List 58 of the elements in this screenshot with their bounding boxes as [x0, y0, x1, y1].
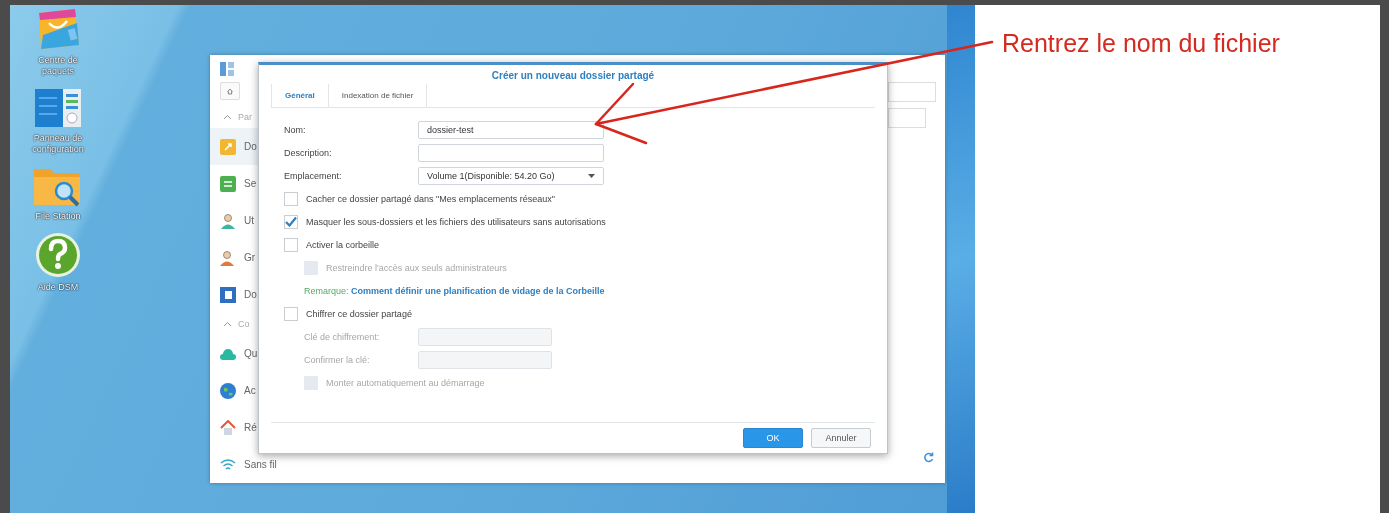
location-dropdown[interactable]: Volume 1(Disponible: 54.20 Go) — [418, 166, 604, 185]
icon-label: Panneau de configuration — [31, 133, 85, 155]
folder-share-icon — [220, 138, 236, 155]
user-icon — [220, 212, 236, 229]
help-icon[interactable] — [35, 232, 81, 278]
sidebar-item[interactable]: Qu — [210, 335, 258, 372]
ok-button[interactable]: OK — [743, 428, 803, 448]
checkbox[interactable] — [284, 191, 298, 206]
field-label: Nom: — [284, 124, 307, 135]
dialog-title: Créer un nouveau dossier partagé — [490, 69, 656, 83]
checkbox[interactable] — [284, 306, 298, 321]
checkbox-label: Cacher ce dossier partagé dans "Mes emplacements réseaux" — [306, 193, 555, 204]
tab[interactable]: Indexation de fichier — [328, 84, 428, 107]
tab[interactable]: Général — [271, 84, 329, 107]
checkbox[interactable] — [284, 237, 298, 252]
chevron-up-icon[interactable] — [223, 321, 232, 327]
sidebar-item[interactable]: Do — [210, 276, 258, 313]
checkbox-label: Masquer les sous-dossiers et les fichiers des utilisateurs sans autorisations — [306, 216, 606, 227]
field-label: Confirmer la clé: — [304, 354, 371, 365]
sidebar-item[interactable]: Ac — [210, 372, 258, 409]
checkbox-label: Activer la corbeille — [306, 239, 380, 250]
field-label: Clé de chiffrement: — [304, 331, 381, 342]
user-group-icon — [220, 249, 236, 266]
text-field[interactable] — [418, 143, 604, 162]
field-label: Description: — [284, 147, 333, 158]
search-field[interactable] — [888, 82, 936, 102]
checkbox-label: Chiffrer ce dossier partagé — [306, 308, 412, 319]
sidebar-item[interactable]: Gr — [210, 239, 258, 276]
cloud-icon — [220, 346, 236, 361]
icon-label: Aide DSM — [36, 282, 80, 293]
icon-label: File Station — [34, 211, 82, 222]
cancel-button[interactable]: Annuler — [811, 428, 871, 448]
control-panel-icon[interactable] — [35, 87, 81, 129]
filter-field[interactable] — [888, 108, 926, 128]
globe-icon — [220, 382, 236, 399]
sidebar-item[interactable]: Se — [210, 165, 258, 202]
sidebar-item[interactable]: Do — [210, 128, 258, 165]
sidebar-item[interactable]: Ré — [210, 409, 258, 446]
checkbox[interactable] — [284, 214, 298, 229]
sidebar-item[interactable]: Ut — [210, 202, 258, 239]
text-field[interactable]: dossier-test — [418, 120, 604, 139]
contact-book-icon — [220, 286, 236, 303]
checkbox-label: Monter automatiquement au démarrage — [326, 377, 485, 388]
help-link[interactable]: Comment définir une planification de vidage de la Corbeille — [351, 285, 605, 296]
icon-label: Centre de paquets — [37, 55, 79, 77]
caret-icon — [588, 173, 595, 178]
chevron-up-icon[interactable] — [223, 114, 232, 120]
remark-text: Remarque: Comment définir une planification de vidage de la Corbeille — [304, 285, 605, 296]
annotation-text: Rentrez le nom du fichier — [1002, 29, 1280, 57]
sync-icon — [220, 175, 236, 192]
refresh-icon[interactable] — [923, 452, 934, 463]
sidebar-item[interactable]: Sans fil — [210, 446, 277, 483]
field-label: Emplacement: — [284, 170, 343, 181]
checkbox-label: Restreindre l'accès aux seuls administrateurs — [326, 262, 507, 273]
house-icon — [220, 420, 236, 435]
wifi-icon — [220, 458, 236, 471]
app-logo-icon — [220, 62, 234, 76]
home-button[interactable] — [220, 82, 240, 100]
